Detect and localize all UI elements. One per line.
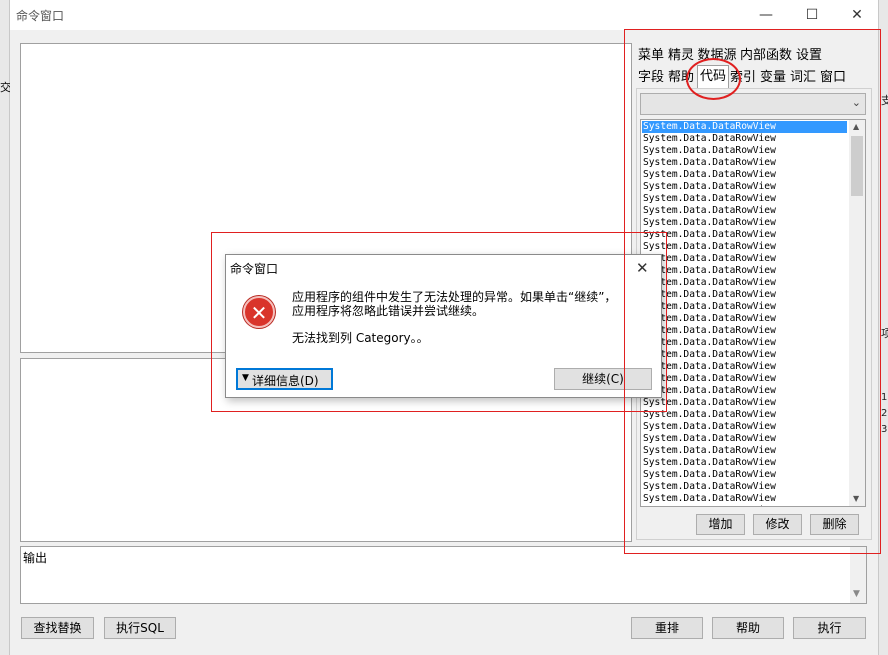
code-list-item[interactable]: System.Data.DataRowView (642, 445, 847, 457)
error-dialog: 命令窗口 ✕ ✕ 应用程序的组件中发生了无法处理的异常。如果单击“继续”， 应用… (225, 254, 662, 398)
add-button[interactable]: 增加 (696, 514, 745, 535)
code-list-item[interactable]: System.Data.DataRowView (642, 301, 847, 313)
right-strip-row: 项 (881, 327, 888, 340)
tab-variables[interactable]: 变量 (759, 68, 787, 88)
code-list-item[interactable]: System.Data.DataRowView (642, 145, 847, 157)
background-window-left: 交 (0, 0, 11, 655)
code-list-item[interactable]: System.Data.DataRowView (642, 229, 847, 241)
scroll-down-icon[interactable]: ▼ (853, 589, 860, 599)
code-list-item[interactable]: System.Data.DataRowView (642, 409, 847, 421)
close-button[interactable]: ✕ (834, 2, 880, 28)
right-strip-row: 3 (881, 424, 888, 435)
find-replace-button[interactable]: 查找替换 (21, 617, 94, 639)
code-list-item[interactable]: System.Data.DataRowView (642, 265, 847, 277)
code-list-item[interactable]: System.Data.DataRowView (642, 385, 847, 397)
dialog-close-icon[interactable]: ✕ (636, 259, 649, 277)
delete-button[interactable]: 删除 (810, 514, 859, 535)
code-list-item[interactable]: System.Data.DataRowView (642, 289, 847, 301)
code-list-item[interactable]: System.Data.DataRowView (642, 469, 847, 481)
execute-button[interactable]: 执行 (793, 617, 866, 639)
help-button[interactable]: 帮助 (712, 617, 784, 639)
continue-button[interactable]: 继续(C) (554, 368, 652, 390)
exec-sql-button[interactable]: 执行SQL (104, 617, 176, 639)
code-combo[interactable]: ⌄ (640, 93, 866, 115)
code-list-item[interactable]: System.Data.DataRowView (642, 337, 847, 349)
code-list-item[interactable]: System.Data.DataRowView (642, 181, 847, 193)
list-scrollbar[interactable]: ▲ ▼ (849, 120, 865, 506)
code-list-item[interactable]: System.Data.DataRowView (642, 397, 847, 409)
tab-menu[interactable]: 菜单 (637, 46, 665, 66)
tab-help[interactable]: 帮助 (667, 68, 695, 88)
code-list-item[interactable]: System.Data.DataRowView (642, 157, 847, 169)
code-list-item[interactable]: System.Data.DataRowView (642, 373, 847, 385)
dialog-title: 命令窗口 (230, 262, 279, 276)
tab-datasource[interactable]: 数据源 (697, 46, 737, 66)
code-list-items: System.Data.DataRowView System.Data.DataR… (642, 121, 847, 506)
code-list-item[interactable]: System.Data.DataRowView (642, 433, 847, 445)
window-title: 命令窗口 (16, 9, 65, 23)
details-button-label: 详细信息(D) (252, 374, 319, 388)
error-icon: ✕ (243, 296, 275, 328)
code-list-item[interactable]: System.Data.DataRowView (642, 217, 847, 229)
code-list-item[interactable]: System.Data.DataRowView (642, 205, 847, 217)
tab-index[interactable]: 索引 (729, 68, 757, 88)
minimize-button[interactable]: — (743, 2, 789, 28)
right-strip-row: 支 (881, 94, 888, 107)
code-list-item[interactable]: System.Data.DataRowView (642, 349, 847, 361)
tab-settings[interactable]: 设置 (795, 46, 823, 66)
code-list-item[interactable]: System.Data.DataRowView (642, 481, 847, 493)
code-list-item[interactable]: System.Data.DataRowView (642, 133, 847, 145)
code-list-item[interactable]: System.Data.DataRowView (642, 313, 847, 325)
code-list-item[interactable]: System.Data.DataRowView (642, 505, 847, 506)
code-list-item[interactable]: System.Data.DataRowView (642, 457, 847, 469)
rearrange-button[interactable]: 重排 (631, 617, 703, 639)
tab-vocabulary[interactable]: 词汇 (789, 68, 817, 88)
dialog-message-line2: 应用程序将忽略此错误并尝试继续。 (292, 304, 485, 318)
output-pane[interactable]: 输出 ▼ (20, 546, 867, 604)
output-label: 输出 (23, 551, 48, 565)
output-scrollbar[interactable]: ▼ (850, 547, 866, 603)
code-list-item[interactable]: System.Data.DataRowView (642, 193, 847, 205)
scroll-down-icon[interactable]: ▼ (853, 494, 859, 503)
chevron-down-icon: ⌄ (851, 96, 861, 109)
side-panel: 菜单 精灵 数据源 内部函数 设置 字段 帮助 代码 索引 变量 词汇 窗口 ⌄… (628, 30, 878, 550)
scroll-thumb[interactable] (851, 136, 863, 196)
code-list-item[interactable]: System.Data.DataRowView (642, 421, 847, 433)
triangle-down-icon: ▼ (242, 373, 249, 383)
code-list[interactable]: System.Data.DataRowView System.Data.DataR… (640, 119, 866, 507)
maximize-button[interactable]: ☐ (789, 2, 835, 28)
tab-code[interactable]: 代码 (697, 65, 729, 90)
code-list-item[interactable]: System.Data.DataRowView (642, 493, 847, 505)
title-bar[interactable]: 命令窗口 — ☐ ✕ (10, 0, 878, 30)
details-button[interactable]: ▼ 详细信息(D) (236, 368, 333, 390)
code-list-item[interactable]: System.Data.DataRowView (642, 241, 847, 253)
scroll-up-icon[interactable]: ▲ (853, 122, 859, 131)
modify-button[interactable]: 修改 (753, 514, 802, 535)
code-list-item[interactable]: System.Data.DataRowView (642, 361, 847, 373)
code-list-item[interactable]: System.Data.DataRowView (642, 325, 847, 337)
code-list-item[interactable]: System.Data.DataRowView (642, 277, 847, 289)
right-strip-row: 2 (881, 408, 888, 419)
background-window-right: 支 项 1 2 3 (878, 0, 888, 655)
right-strip-row: 1 (881, 392, 888, 403)
code-list-item[interactable]: System.Data.DataRowView (642, 121, 847, 133)
tab-fields[interactable]: 字段 (637, 68, 665, 88)
code-list-item[interactable]: System.Data.DataRowView (642, 169, 847, 181)
tab-wizard[interactable]: 精灵 (667, 46, 695, 66)
tab-functions[interactable]: 内部函数 (739, 46, 793, 66)
code-list-item[interactable]: System.Data.DataRowView (642, 253, 847, 265)
tab-window[interactable]: 窗口 (819, 68, 847, 88)
dialog-detail: 无法找到列 Category。。 (292, 331, 429, 345)
tab-content: ⌄ System.Data.DataRowView System.Data.Dat… (636, 88, 872, 540)
